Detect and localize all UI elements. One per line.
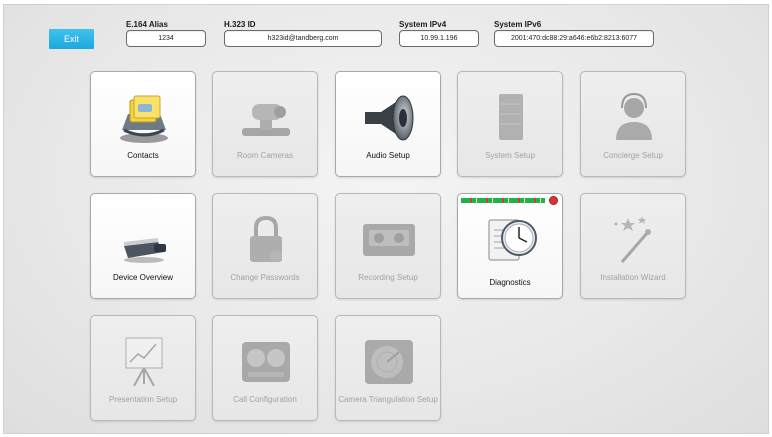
magic-wand-icon: [614, 216, 651, 263]
system-ipv4-label: System IPv4: [399, 20, 447, 29]
system-ipv4-field: System IPv4 10.99.1.196: [399, 19, 479, 47]
tile-label: Contacts: [127, 151, 159, 160]
main-menu-screen: Exit E.164 Alias 1234 H.323 ID h323id@ta…: [3, 4, 769, 434]
e164-alias-field: E.164 Alias 1234: [126, 19, 206, 47]
tile-audio-setup[interactable]: Audio Setup: [335, 71, 441, 177]
tile-label: Diagnostics: [489, 278, 531, 287]
tile-label: Installation Wizard: [600, 273, 666, 282]
tile-label: Concierge Setup: [603, 151, 663, 160]
tile-concierge-setup[interactable]: Concierge Setup: [580, 71, 686, 177]
speaker-icon: [365, 95, 414, 141]
h323-id-label: H.323 ID: [224, 20, 256, 29]
tile-recording-setup[interactable]: Recording Setup: [335, 193, 441, 299]
h323-id-field: H.323 ID h323id@tandberg.com: [224, 19, 382, 47]
codec-device-icon: [124, 238, 166, 263]
tile-call-configuration[interactable]: Call Configuration: [212, 315, 318, 421]
tile-label: Recording Setup: [358, 273, 418, 282]
camera-icon: [242, 104, 290, 136]
tile-label: Room Cameras: [236, 151, 293, 160]
alert-indicator-icon: [549, 196, 558, 205]
headset-person-icon: [616, 92, 652, 140]
tile-diagnostics[interactable]: Diagnostics: [457, 193, 563, 299]
server-icon: [499, 94, 523, 140]
e164-alias-label: E.164 Alias: [126, 20, 168, 29]
tile-contacts[interactable]: Contacts: [90, 71, 196, 177]
tile-label: Change Passwords: [230, 273, 300, 282]
contacts-rolodex-icon: [120, 95, 168, 143]
tile-label: Audio Setup: [366, 151, 410, 160]
h323-id-value: h323id@tandberg.com: [224, 30, 382, 47]
system-ipv4-value: 10.99.1.196: [399, 30, 479, 47]
tile-label: Device Overview: [112, 273, 173, 282]
radar-icon: [365, 340, 413, 384]
clock-clipboard-icon: [488, 219, 537, 261]
system-ipv6-field: System IPv6 2001:470:dc88:29:a646:e6b2:8…: [494, 19, 654, 47]
tile-label: Camera Triangulation Setup: [338, 395, 438, 404]
e164-alias-value: 1234: [126, 30, 206, 47]
tile-system-setup[interactable]: System Setup: [457, 71, 563, 177]
tile-installation-wizard[interactable]: Installation Wizard: [580, 193, 686, 299]
tile-change-passwords[interactable]: Change Passwords: [212, 193, 318, 299]
system-ipv6-label: System IPv6: [494, 20, 542, 29]
tape-recorder-icon: [363, 224, 415, 256]
tile-camera-triangulation-setup[interactable]: Camera Triangulation Setup: [335, 315, 441, 421]
tile-presentation-setup[interactable]: Presentation Setup: [90, 315, 196, 421]
tile-room-cameras[interactable]: Room Cameras: [212, 71, 318, 177]
easel-chart-icon: [125, 337, 163, 387]
tile-label: System Setup: [485, 151, 535, 160]
tile-device-overview[interactable]: Device Overview: [90, 193, 196, 299]
gauges-icon: [242, 342, 290, 382]
tile-label: Presentation Setup: [108, 395, 178, 404]
tile-label: Call Configuration: [233, 395, 297, 404]
diagnostics-status-bar: [461, 198, 545, 203]
system-ipv6-value: 2001:470:dc88:29:a646:e6b2:8213:6077: [494, 30, 654, 47]
exit-button[interactable]: Exit: [49, 29, 94, 49]
padlock-icon: [250, 215, 282, 262]
